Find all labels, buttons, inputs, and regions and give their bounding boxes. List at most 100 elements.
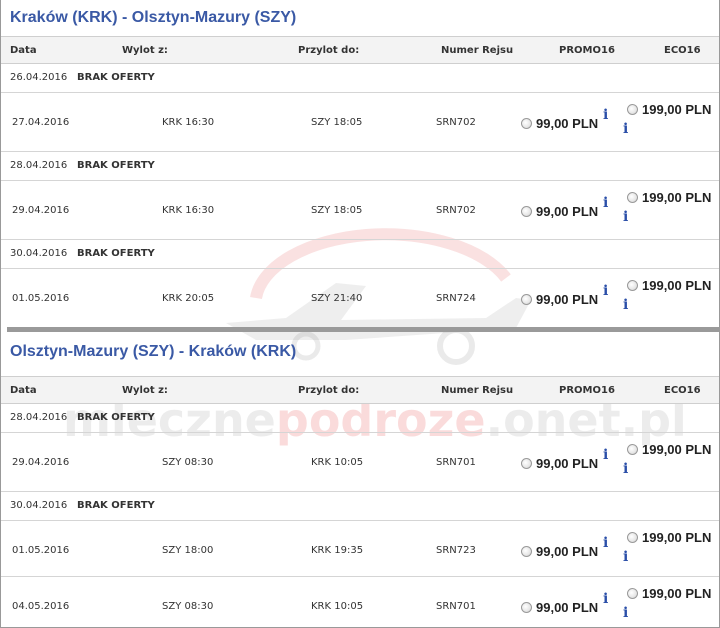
col-eco: ECO16 bbox=[664, 45, 701, 56]
promo-fare-option[interactable]: 99,00 PLN bbox=[521, 600, 598, 615]
eco-price: 199,00 PLN bbox=[642, 530, 712, 545]
col-date: Data bbox=[10, 385, 37, 396]
row-departure: KRK 16:30 bbox=[162, 117, 215, 128]
table-row: 29.04.2016 SZY 08:30 KRK 10:05 SRN701 99… bbox=[1, 433, 719, 492]
row-date: 01.05.2016 bbox=[12, 545, 70, 556]
col-promo: PROMO16 bbox=[559, 45, 615, 56]
promo-radio[interactable] bbox=[521, 458, 532, 469]
col-arrival: Przylot do: bbox=[298, 385, 360, 396]
eco-fare-option[interactable]: 199,00 PLN bbox=[627, 190, 711, 205]
row-arrival: SZY 18:05 bbox=[311, 205, 363, 216]
col-flight: Numer Rejsu bbox=[441, 45, 514, 56]
row-date: 28.04.2016 bbox=[10, 160, 68, 171]
return-section: Olsztyn-Mazury (SZY) - Kraków (KRK) Data… bbox=[1, 336, 719, 627]
row-departure: KRK 16:30 bbox=[162, 205, 215, 216]
eco-price: 199,00 PLN bbox=[642, 102, 712, 117]
eco-info-icon[interactable]: i bbox=[623, 461, 628, 477]
row-flight-number: SRN724 bbox=[436, 293, 476, 304]
col-eco: ECO16 bbox=[664, 385, 701, 396]
row-flight-number: SRN701 bbox=[436, 601, 476, 612]
row-departure: SZY 18:00 bbox=[162, 545, 214, 556]
eco-price: 199,00 PLN bbox=[642, 278, 712, 293]
no-offer-label: BRAK OFERTY bbox=[77, 160, 155, 171]
col-arrival: Przylot do: bbox=[298, 45, 360, 56]
row-date: 30.04.2016 bbox=[10, 500, 68, 511]
row-flight-number: SRN723 bbox=[436, 545, 476, 556]
no-offer-label: BRAK OFERTY bbox=[77, 412, 155, 423]
table-row: 01.05.2016 KRK 20:05 SZY 21:40 SRN724 99… bbox=[1, 269, 719, 328]
eco-radio[interactable] bbox=[627, 192, 638, 203]
col-departure: Wylot z: bbox=[122, 385, 168, 396]
eco-fare-option[interactable]: 199,00 PLN bbox=[627, 442, 711, 457]
row-date: 04.05.2016 bbox=[12, 601, 70, 612]
no-offer-label: BRAK OFERTY bbox=[77, 72, 155, 83]
outbound-title: Kraków (KRK) - Olsztyn-Mazury (SZY) bbox=[10, 9, 297, 26]
row-date: 29.04.2016 bbox=[12, 457, 70, 468]
row-date: 29.04.2016 bbox=[12, 205, 70, 216]
col-flight: Numer Rejsu bbox=[441, 385, 514, 396]
no-offer-label: BRAK OFERTY bbox=[77, 248, 155, 259]
row-departure: SZY 08:30 bbox=[162, 457, 214, 468]
eco-price: 199,00 PLN bbox=[642, 586, 712, 601]
table-row: 04.05.2016 SZY 08:30 KRK 10:05 SRN701 99… bbox=[1, 577, 719, 627]
row-flight-number: SRN702 bbox=[436, 117, 476, 128]
section-divider bbox=[7, 327, 719, 332]
outbound-section: Kraków (KRK) - Olsztyn-Mazury (SZY) Data… bbox=[1, 0, 719, 328]
eco-radio[interactable] bbox=[627, 588, 638, 599]
table-row: 30.04.2016 BRAK OFERTY bbox=[1, 492, 719, 521]
row-arrival: KRK 10:05 bbox=[311, 457, 364, 468]
promo-fare-option[interactable]: 99,00 PLN bbox=[521, 204, 598, 219]
row-arrival: SZY 21:40 bbox=[311, 293, 363, 304]
promo-info-icon[interactable]: i bbox=[603, 283, 608, 299]
col-promo: PROMO16 bbox=[559, 385, 615, 396]
table-header: Data Wylot z: Przylot do: Numer Rejsu PR… bbox=[1, 376, 719, 404]
promo-info-icon[interactable]: i bbox=[603, 591, 608, 607]
promo-radio[interactable] bbox=[521, 206, 532, 217]
eco-info-icon[interactable]: i bbox=[623, 605, 628, 621]
eco-radio[interactable] bbox=[627, 104, 638, 115]
table-row: 29.04.2016 KRK 16:30 SZY 18:05 SRN702 99… bbox=[1, 181, 719, 240]
eco-radio[interactable] bbox=[627, 532, 638, 543]
table-row: 27.04.2016 KRK 16:30 SZY 18:05 SRN702 99… bbox=[1, 93, 719, 152]
row-departure: SZY 08:30 bbox=[162, 601, 214, 612]
eco-info-icon[interactable]: i bbox=[623, 209, 628, 225]
eco-info-icon[interactable]: i bbox=[623, 549, 628, 565]
promo-fare-option[interactable]: 99,00 PLN bbox=[521, 292, 598, 307]
eco-info-icon[interactable]: i bbox=[623, 121, 628, 137]
promo-radio[interactable] bbox=[521, 294, 532, 305]
eco-fare-option[interactable]: 199,00 PLN bbox=[627, 586, 711, 601]
promo-info-icon[interactable]: i bbox=[603, 195, 608, 211]
row-date: 28.04.2016 bbox=[10, 412, 68, 423]
promo-info-icon[interactable]: i bbox=[603, 447, 608, 463]
eco-radio[interactable] bbox=[627, 280, 638, 291]
promo-fare-option[interactable]: 99,00 PLN bbox=[521, 544, 598, 559]
table-row: 26.04.2016 BRAK OFERTY bbox=[1, 64, 719, 93]
eco-price: 199,00 PLN bbox=[642, 190, 712, 205]
promo-radio[interactable] bbox=[521, 118, 532, 129]
row-date: 30.04.2016 bbox=[10, 248, 68, 259]
table-row: 01.05.2016 SZY 18:00 KRK 19:35 SRN723 99… bbox=[1, 521, 719, 577]
promo-info-icon[interactable]: i bbox=[603, 535, 608, 551]
promo-fare-option[interactable]: 99,00 PLN bbox=[521, 116, 598, 131]
eco-info-icon[interactable]: i bbox=[623, 297, 628, 313]
promo-info-icon[interactable]: i bbox=[603, 107, 608, 123]
eco-radio[interactable] bbox=[627, 444, 638, 455]
eco-fare-option[interactable]: 199,00 PLN bbox=[627, 102, 711, 117]
row-flight-number: SRN701 bbox=[436, 457, 476, 468]
promo-price: 99,00 PLN bbox=[536, 600, 599, 615]
row-flight-number: SRN702 bbox=[436, 205, 476, 216]
promo-price: 99,00 PLN bbox=[536, 456, 599, 471]
eco-fare-option[interactable]: 199,00 PLN bbox=[627, 530, 711, 545]
row-arrival: KRK 19:35 bbox=[311, 545, 364, 556]
row-arrival: SZY 18:05 bbox=[311, 117, 363, 128]
promo-fare-option[interactable]: 99,00 PLN bbox=[521, 456, 598, 471]
row-departure: KRK 20:05 bbox=[162, 293, 215, 304]
row-date: 27.04.2016 bbox=[12, 117, 70, 128]
table-row: 28.04.2016 BRAK OFERTY bbox=[1, 404, 719, 433]
promo-radio[interactable] bbox=[521, 546, 532, 557]
promo-radio[interactable] bbox=[521, 602, 532, 613]
eco-fare-option[interactable]: 199,00 PLN bbox=[627, 278, 711, 293]
table-row: 28.04.2016 BRAK OFERTY bbox=[1, 152, 719, 181]
flight-results-page: mlecznepodroze.onet.pl Kraków (KRK) - Ol… bbox=[0, 0, 720, 628]
no-offer-label: BRAK OFERTY bbox=[77, 500, 155, 511]
